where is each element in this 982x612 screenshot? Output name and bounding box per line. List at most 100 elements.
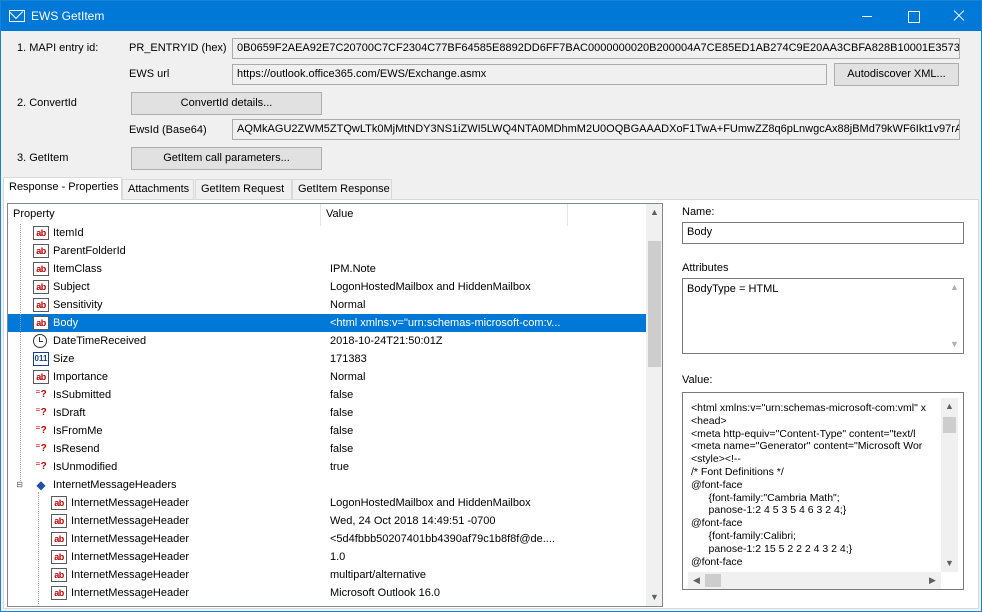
- title-bar: EWS GetItem: [1, 1, 981, 31]
- tree-row[interactable]: ab InternetMessageHeader LogonHostedMailbo…: [8, 494, 646, 512]
- tree-row[interactable]: ab ParentFolderId: [8, 242, 646, 260]
- tab-response-properties[interactable]: Response - Properties: [3, 177, 122, 200]
- tree-header: Property Value: [8, 204, 646, 226]
- value-scroll-down-icon[interactable]: ▼: [941, 555, 958, 572]
- tree-connector-line: [38, 492, 39, 604]
- property-name: ItemId: [53, 227, 84, 239]
- attributes-scrollbar[interactable]: ▲ ▼: [946, 279, 963, 353]
- property-name: ItemClass: [53, 263, 102, 275]
- tree-row[interactable]: ⁼? IsUnmodified true: [8, 458, 646, 476]
- tree-row[interactable]: ab InternetMessageHeader Wed, 24 Oct 2018 …: [8, 512, 646, 530]
- tree-row[interactable]: ab InternetMessageHeader Microsoft Outlook…: [8, 584, 646, 602]
- value-textarea[interactable]: <html xmlns:v="urn:schemas-microsoft-com…: [682, 392, 964, 590]
- ewsurl-field[interactable]: https://outlook.office365.com/EWS/Exchan…: [232, 64, 827, 85]
- tree-row[interactable]: ⊟ ◆ InternetMessageHeaders: [8, 476, 646, 494]
- value-horizontal-scrollbar[interactable]: ◀ ▶: [688, 572, 941, 589]
- tree-row[interactable]: ab Body <html xmlns:v="urn:schemas-microso…: [8, 314, 646, 332]
- property-value: 171383: [330, 353, 367, 365]
- tree-row[interactable]: ⁼? IsSubmitted false: [8, 386, 646, 404]
- property-value: 2018-10-24T21:50:01Z: [330, 335, 443, 347]
- property-name: InternetMessageHeaders: [53, 479, 177, 491]
- property-value: <5d4fbbb50207401bb4390af79c1b8f8f@de....: [330, 533, 555, 545]
- property-name: Subject: [53, 281, 90, 293]
- step3-label: 3. GetItem: [17, 152, 69, 164]
- property-value: 1.0: [330, 551, 346, 563]
- tree-row[interactable]: ab Subject LogonHostedMailbox and HiddenMa…: [8, 278, 646, 296]
- property-value: true: [330, 461, 349, 473]
- property-value: Normal: [330, 371, 366, 383]
- tab-attachments[interactable]: Attachments: [122, 179, 194, 199]
- minimize-button[interactable]: [844, 1, 890, 31]
- attributes-scroll-down-icon[interactable]: ▼: [946, 336, 963, 353]
- tree-vertical-scrollbar[interactable]: ▲ ▼: [646, 204, 662, 606]
- column-header-property[interactable]: Property: [8, 204, 321, 226]
- number-type-icon: 011: [33, 352, 49, 366]
- tab-getitem-request[interactable]: GetItem Request: [195, 179, 292, 199]
- tree-row[interactable]: ab Importance Normal: [8, 368, 646, 386]
- tree-row[interactable]: ⁼? IsFromMe false: [8, 422, 646, 440]
- envelope-icon: [9, 10, 25, 22]
- convertid-details-button[interactable]: ConvertId details...: [131, 92, 322, 115]
- value-scroll-up-icon[interactable]: ▲: [941, 398, 958, 415]
- tree-row[interactable]: ab InternetMessageHeader 1.0: [8, 548, 646, 566]
- tree-row[interactable]: ab Sensitivity Normal: [8, 296, 646, 314]
- value-scroll-thumb[interactable]: [943, 417, 956, 433]
- tree-scroll-thumb[interactable]: [648, 241, 661, 367]
- property-value: <html xmlns:v="urn:schemas-microsoft-com…: [330, 317, 561, 329]
- string-type-icon: ab: [33, 316, 49, 330]
- entryid-field[interactable]: 0B0659F2AEA92E7C20700C7CF2304C77BF64585E…: [232, 38, 960, 59]
- property-name: Importance: [53, 371, 109, 383]
- ewsurl-label: EWS url: [129, 68, 170, 80]
- property-name: Size: [53, 353, 75, 365]
- boolean-type-icon: ⁼?: [35, 443, 47, 454]
- property-name: ParentFolderId: [53, 245, 126, 257]
- autodiscover-xml-button[interactable]: Autodiscover XML...: [834, 63, 959, 86]
- name-label: Name:: [682, 206, 715, 218]
- value-vertical-scrollbar[interactable]: ▲ ▼: [941, 398, 958, 572]
- boolean-type-icon: ⁼?: [35, 425, 47, 436]
- tree-row[interactable]: ab ItemId: [8, 224, 646, 242]
- boolean-type-icon: ⁼?: [35, 407, 47, 418]
- string-type-icon: ab: [51, 550, 67, 564]
- property-value: LogonHostedMailbox and HiddenMailbox: [330, 497, 531, 509]
- attributes-scroll-up-icon[interactable]: ▲: [946, 279, 963, 296]
- property-value: Wed, 24 Oct 2018 14:49:51 -0700: [330, 515, 496, 527]
- scroll-down-arrow-icon[interactable]: ▼: [646, 589, 662, 606]
- step2-label: 2. ConvertId: [17, 97, 77, 109]
- value-scroll-left-icon[interactable]: ◀: [688, 572, 705, 589]
- tree-row[interactable]: ab InternetMessageHeader multipart/alterna…: [8, 566, 646, 584]
- value-hscroll-thumb[interactable]: [705, 574, 721, 587]
- scroll-up-arrow-icon[interactable]: ▲: [646, 204, 662, 221]
- property-name: InternetMessageHeader: [71, 587, 190, 599]
- tree-row[interactable]: DateTimeReceived 2018-10-24T21:50:01Z: [8, 332, 646, 350]
- string-type-icon: ab: [33, 298, 49, 312]
- getitem-call-parameters-button[interactable]: GetItem call parameters...: [131, 147, 322, 170]
- property-name: IsUnmodified: [53, 461, 118, 473]
- attributes-textarea[interactable]: BodyType = HTML: [682, 278, 964, 354]
- properties-tree[interactable]: Property Value ab ItemId ab ParentFolderId a…: [7, 203, 663, 607]
- property-name: InternetMessageHeader: [71, 551, 190, 563]
- string-type-icon: ab: [51, 496, 67, 510]
- property-name: IsSubmitted: [53, 389, 112, 401]
- column-header-value[interactable]: Value: [321, 204, 568, 226]
- name-field[interactable]: Body: [682, 222, 964, 244]
- tree-row[interactable]: ⁼? IsResend false: [8, 440, 646, 458]
- step1-label: 1. MAPI entry id:: [17, 42, 99, 54]
- ewsid-field[interactable]: AQMkAGU2ZWM5ZTQwLTk0MjMtNDY3NS1iZWI5LWQ4…: [232, 119, 960, 140]
- property-name: DateTimeReceived: [53, 335, 147, 347]
- tree-row[interactable]: ⁼? IsDraft false: [8, 404, 646, 422]
- property-value: multipart/alternative: [330, 569, 426, 581]
- property-value: false: [330, 443, 354, 455]
- close-button[interactable]: [936, 1, 982, 31]
- property-value: false: [330, 425, 354, 437]
- tree-connector-line: [20, 224, 21, 485]
- tree-row[interactable]: ab InternetMessageHeader <5d4fbbb50207401b…: [8, 530, 646, 548]
- collection-type-icon: ◆: [36, 478, 46, 492]
- tree-row[interactable]: 011 Size 171383: [8, 350, 646, 368]
- property-name: IsResend: [53, 443, 100, 455]
- property-value: LogonHostedMailbox and HiddenMailbox: [330, 281, 531, 293]
- tab-getitem-response[interactable]: GetItem Response: [292, 179, 392, 199]
- value-scroll-right-icon[interactable]: ▶: [924, 572, 941, 589]
- tree-row[interactable]: ab ItemClass IPM.Note: [8, 260, 646, 278]
- maximize-button[interactable]: [890, 1, 936, 31]
